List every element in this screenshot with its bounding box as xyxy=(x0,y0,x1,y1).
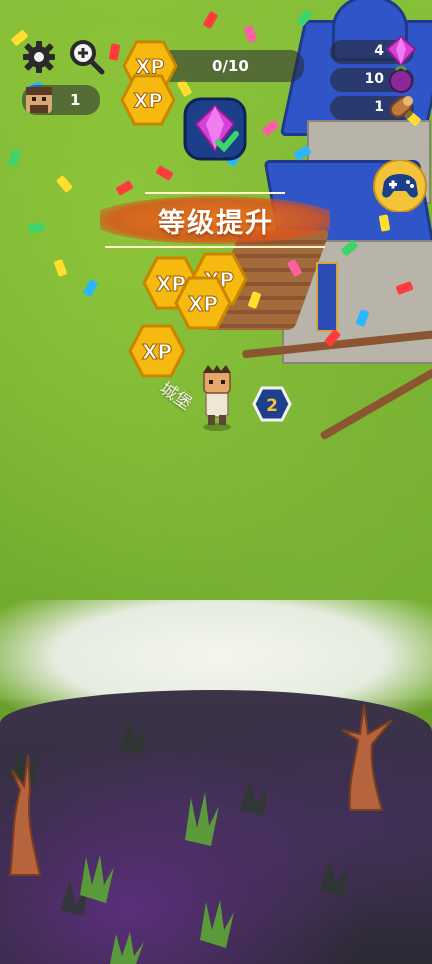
xp-coin-label: XP xyxy=(188,292,218,316)
xp-badge-label: XP xyxy=(134,90,163,113)
plant-sprout xyxy=(185,792,219,846)
wood-value: 1 xyxy=(374,99,384,115)
xp-coin: XP xyxy=(174,276,232,330)
player-level: 1 xyxy=(70,91,81,109)
plant-sprout xyxy=(200,900,234,948)
player-character[interactable] xyxy=(198,365,236,431)
plant-sprout xyxy=(80,855,114,903)
building-level-badge: 2 xyxy=(252,386,292,422)
berries-value: 10 xyxy=(364,71,384,87)
building-level-number: 2 xyxy=(266,396,278,416)
dead-tree[interactable] xyxy=(0,750,60,880)
xp-coin: XP xyxy=(128,324,186,378)
gem-reward-icon[interactable] xyxy=(182,96,248,162)
plant-sprout xyxy=(110,932,144,964)
wood-log-icon xyxy=(389,96,413,118)
gems-value: 4 xyxy=(374,43,384,59)
zoom-in-icon[interactable] xyxy=(68,38,106,76)
wood-counter[interactable]: 1 xyxy=(330,96,414,120)
level-up-text: 等级提升 xyxy=(158,208,274,239)
berries-counter[interactable]: 10 xyxy=(330,65,414,93)
avatar xyxy=(26,87,52,113)
xp-coin-label: XP xyxy=(142,340,172,364)
gear-icon[interactable] xyxy=(22,40,56,74)
gamepad-icon[interactable] xyxy=(372,160,428,212)
xp-progress-text: 0/10 xyxy=(212,57,249,75)
gems-counter[interactable]: 4 xyxy=(330,35,417,67)
dead-tree[interactable] xyxy=(312,700,402,820)
level-indicator: 1 xyxy=(22,85,100,115)
xp-badge: XP xyxy=(120,74,176,126)
castle-banner xyxy=(316,262,338,332)
